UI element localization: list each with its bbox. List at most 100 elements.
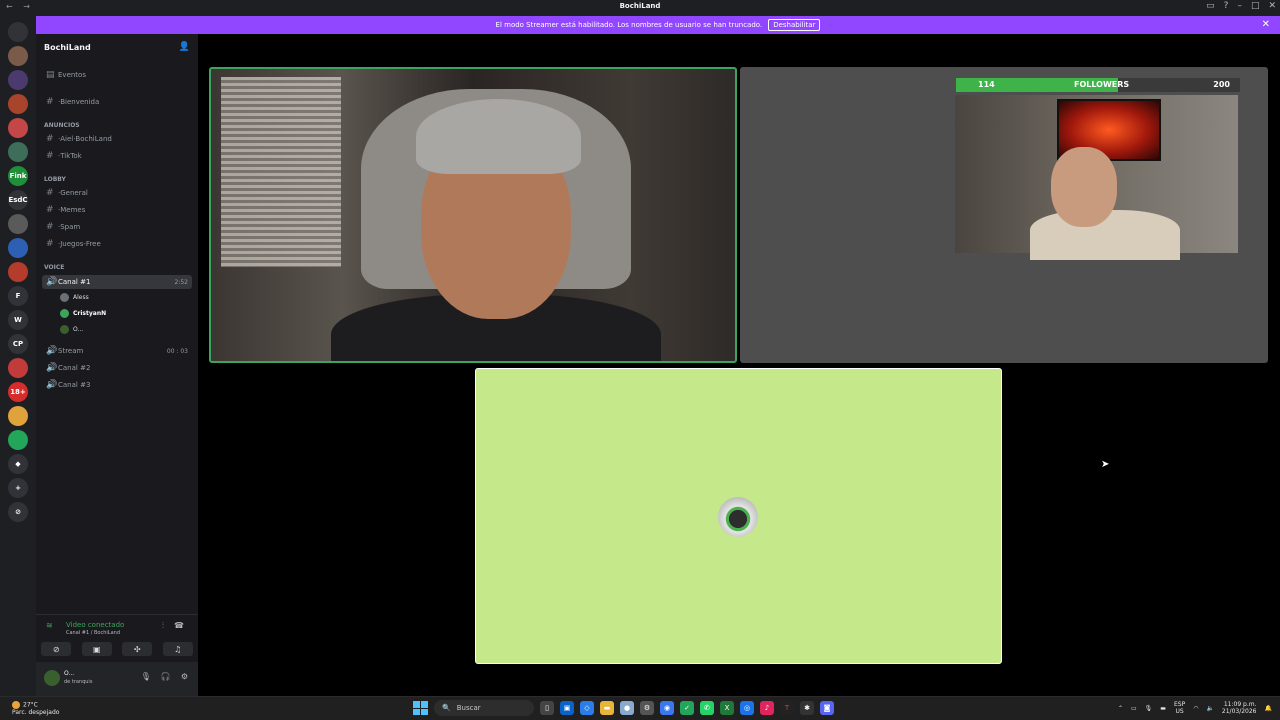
screen-share-button[interactable]: ▣: [81, 642, 112, 656]
hash-icon: #: [46, 97, 54, 107]
excel-icon[interactable]: X: [720, 701, 734, 715]
voice-member[interactable]: CristyanN: [60, 309, 106, 318]
channel-general[interactable]: # ·General: [46, 188, 88, 198]
explore-icon[interactable]: ⊘: [8, 502, 28, 522]
video-tile-webcam[interactable]: [209, 67, 737, 363]
events-link[interactable]: ▤ Eventos: [46, 70, 86, 80]
channel-juegos[interactable]: # ·Juegos-Free: [46, 239, 101, 249]
server-icon[interactable]: [8, 214, 28, 234]
server-icon[interactable]: [8, 406, 28, 426]
server-icon[interactable]: [8, 94, 28, 114]
start-button[interactable]: [412, 700, 428, 716]
app-icon[interactable]: ✱: [800, 701, 814, 715]
video-tile-avatar[interactable]: [475, 368, 1002, 664]
maximize-button[interactable]: □: [1251, 1, 1260, 11]
store-icon[interactable]: ▣: [560, 701, 574, 715]
voice-channel-canal3[interactable]: 🔊 Canal #3: [46, 380, 90, 390]
activities-button[interactable]: ✣: [122, 642, 153, 656]
channel-aiel[interactable]: # ·Aiel·BochiLand: [46, 134, 112, 144]
help-icon[interactable]: ?: [1224, 1, 1229, 11]
network-icon[interactable]: ▭: [1131, 705, 1137, 712]
add-server-icon[interactable]: +: [8, 478, 28, 498]
server-icon[interactable]: [8, 46, 28, 66]
language-indicator[interactable]: ESP US: [1174, 701, 1185, 715]
mic-icon[interactable]: 🎙: [141, 672, 151, 681]
disconnect-icon[interactable]: ☎: [174, 621, 184, 631]
music-icon[interactable]: ♪: [760, 701, 774, 715]
server-icon[interactable]: [8, 430, 28, 450]
server-icon[interactable]: [8, 118, 28, 138]
category-voice[interactable]: VOICE: [44, 264, 64, 271]
soundboard-button[interactable]: ♫: [162, 642, 193, 656]
server-icon[interactable]: [8, 262, 28, 282]
vscode-icon[interactable]: ◇: [580, 701, 594, 715]
server-cp[interactable]: CP: [8, 334, 28, 354]
server-f[interactable]: F: [8, 286, 28, 306]
app-icon[interactable]: ⚙: [640, 701, 654, 715]
video-tile-stream[interactable]: 114 FOLLOWERS 200: [740, 67, 1268, 363]
discord-icon[interactable]: ◙: [820, 701, 834, 715]
file-explorer-icon[interactable]: ▬: [600, 701, 614, 715]
category-lobby[interactable]: LOBBY: [44, 176, 66, 183]
hash-icon: #: [46, 188, 54, 198]
text-app-icon[interactable]: T: [780, 701, 794, 715]
taskbar-search[interactable]: 🔍 Buscar: [434, 700, 534, 716]
server-icon[interactable]: [8, 238, 28, 258]
wifi-icon[interactable]: ◠: [1193, 705, 1198, 712]
hash-icon: #: [46, 239, 54, 249]
server-icon[interactable]: [8, 358, 28, 378]
window-blinds: [221, 77, 341, 267]
minimize-button[interactable]: –: [1237, 1, 1242, 11]
channel-spam[interactable]: # ·Spam: [46, 222, 80, 232]
member-name: CristyanN: [73, 310, 107, 317]
voice-channel-canal1[interactable]: 🔊 Canal #1: [46, 277, 90, 287]
server-w[interactable]: W: [8, 310, 28, 330]
app-icon[interactable]: ●: [620, 701, 634, 715]
voice-member[interactable]: O...: [60, 325, 83, 334]
discover-icon[interactable]: ◆: [8, 454, 28, 474]
server-esdc[interactable]: EsdC: [8, 190, 28, 210]
app-icon[interactable]: ◉: [660, 701, 674, 715]
mic-tray-icon[interactable]: 🎙: [1145, 705, 1153, 712]
task-view-icon[interactable]: ▯: [540, 701, 554, 715]
server-icon[interactable]: [8, 142, 28, 162]
server-18[interactable]: 18+: [8, 382, 28, 402]
drive-icon[interactable]: ▬: [1160, 705, 1166, 712]
channel-label: ·Juegos-Free: [58, 240, 101, 248]
chevron-up-icon[interactable]: ⌃: [1118, 705, 1123, 712]
noise-suppression-icon[interactable]: ⫶: [162, 621, 164, 631]
streamer-mode-banner: El modo Streamer está habilitado. Los no…: [36, 16, 1280, 34]
app-icon[interactable]: ✓: [680, 701, 694, 715]
chrome-icon[interactable]: ◎: [740, 701, 754, 715]
headphones-icon[interactable]: 🎧: [161, 672, 171, 681]
inbox-icon[interactable]: ▭: [1206, 1, 1215, 11]
voice-channel-canal2[interactable]: 🔊 Canal #2: [46, 363, 90, 373]
voice-member[interactable]: Aless: [60, 293, 89, 302]
home-icon[interactable]: [8, 22, 28, 42]
server-fink[interactable]: Fink: [8, 166, 28, 186]
hash-icon: #: [46, 151, 54, 161]
disable-streamer-button[interactable]: Deshabilitar: [768, 19, 821, 31]
invite-icon[interactable]: 👤: [179, 42, 190, 52]
channel-tiktok[interactable]: # ·TikTok: [46, 151, 82, 161]
close-button[interactable]: ✕: [1268, 1, 1276, 11]
voice-channel-path[interactable]: Canal #1 / BochiLand: [66, 630, 120, 636]
channel-bienvenida[interactable]: # ·Bienvenida: [46, 97, 99, 107]
search-label: Buscar: [456, 704, 481, 712]
voice-controls: ⊘ ▣ ✣ ♫: [36, 642, 198, 656]
weather-icon: [12, 701, 20, 709]
clock[interactable]: 11:09 p.m. 21/03/2026: [1222, 701, 1257, 715]
volume-icon[interactable]: 🔈: [1206, 705, 1213, 712]
guild-name[interactable]: BochiLand: [44, 43, 91, 52]
camera-off-button[interactable]: ⊘: [41, 642, 72, 656]
banner-close-icon[interactable]: ✕: [1262, 19, 1270, 30]
weather-widget[interactable]: 27°C Parc. despejado: [12, 701, 59, 716]
server-icon[interactable]: [8, 70, 28, 90]
settings-icon[interactable]: ⚙: [181, 672, 188, 681]
channel-memes[interactable]: # ·Memes: [46, 205, 85, 215]
avatar[interactable]: [44, 670, 60, 686]
voice-channel-stream[interactable]: 🔊 Stream: [46, 346, 83, 356]
whatsapp-icon[interactable]: ✆: [700, 701, 714, 715]
category-anuncios[interactable]: ANUNCIOS: [44, 122, 80, 129]
notifications-icon[interactable]: 🔔: [1265, 705, 1272, 712]
